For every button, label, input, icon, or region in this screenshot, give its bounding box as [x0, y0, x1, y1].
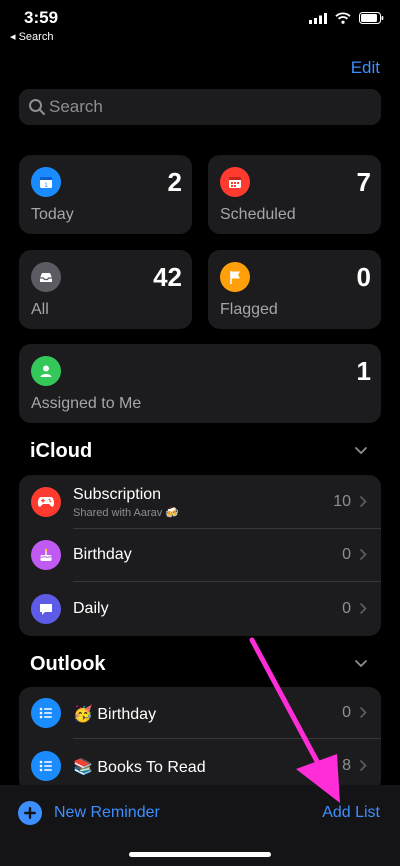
chevron-right-icon	[359, 759, 367, 772]
search-placeholder: Search	[49, 97, 103, 116]
all-tile[interactable]: 42 All	[19, 250, 192, 329]
scheduled-label: Scheduled	[220, 206, 296, 223]
list-item-count: 0	[342, 704, 351, 721]
chevron-right-icon	[359, 495, 367, 508]
list-item-count: 0	[342, 600, 351, 617]
icloud-section-title: iCloud	[30, 440, 93, 462]
calendar-grid-icon	[220, 167, 250, 197]
add-list-button[interactable]: Add List	[322, 804, 380, 822]
tray-icon	[31, 262, 61, 292]
today-label: Today	[31, 206, 74, 223]
outlook-list-group: 🥳 Birthday 0 📚 Books To Read 8	[19, 687, 381, 792]
scheduled-count: 7	[356, 167, 371, 197]
icloud-list-group: Subscription Shared with Aarav 🍻 10 Birt…	[19, 475, 381, 636]
all-label: All	[31, 301, 49, 318]
today-count: 2	[167, 167, 182, 197]
calendar-icon: 1	[31, 167, 61, 197]
person-icon	[31, 356, 61, 386]
list-item-daily[interactable]: Daily 0	[19, 582, 381, 636]
outlook-section-title: Outlook	[30, 653, 106, 675]
list-item-outlook-birthday[interactable]: 🥳 Birthday 0	[19, 687, 381, 739]
system-icons	[309, 12, 384, 24]
list-bullets-icon	[31, 751, 61, 781]
list-bullets-icon	[31, 698, 61, 728]
bottom-toolbar: New Reminder Add List	[0, 785, 400, 866]
assigned-to-me-tile[interactable]: 1 Assigned to Me	[19, 344, 381, 423]
chevron-right-icon	[359, 706, 367, 719]
status-time: 3:59	[24, 8, 59, 27]
today-tile[interactable]: 1 2 Today	[19, 155, 192, 234]
cellular-signal-icon	[309, 12, 327, 24]
list-item-title: 📚 Books To Read	[73, 759, 206, 776]
back-to-search-link[interactable]: ◂ Search	[10, 30, 53, 43]
home-indicator	[129, 852, 271, 857]
scheduled-tile[interactable]: 7 Scheduled	[208, 155, 381, 234]
list-item-birthday[interactable]: Birthday 0	[19, 529, 381, 582]
list-item-title: 🥳 Birthday	[73, 706, 157, 723]
search-field[interactable]: Search	[19, 89, 381, 125]
flagged-label: Flagged	[220, 301, 278, 318]
list-item-shared-subtitle: Shared with Aarav 🍻	[73, 507, 180, 519]
flag-icon	[220, 262, 250, 292]
list-item-subscription[interactable]: Subscription Shared with Aarav 🍻 10	[19, 475, 381, 529]
gamepad-icon	[31, 487, 61, 517]
chevron-right-icon	[359, 548, 367, 561]
all-count: 42	[153, 262, 182, 292]
assigned-count: 1	[356, 356, 371, 386]
list-item-count: 8	[342, 757, 351, 774]
list-item-title: Birthday	[73, 546, 132, 563]
status-bar: 3:59 ◂ Search	[0, 0, 400, 48]
chevron-right-icon	[359, 602, 367, 615]
plus-circle-icon	[18, 801, 42, 825]
assigned-label: Assigned to Me	[31, 395, 142, 412]
flagged-count: 0	[356, 262, 371, 292]
list-item-count: 10	[333, 493, 351, 510]
wifi-icon	[335, 12, 351, 24]
new-reminder-label: New Reminder	[54, 804, 160, 821]
flagged-tile[interactable]: 0 Flagged	[208, 250, 381, 329]
new-reminder-button[interactable]: New Reminder	[18, 801, 160, 825]
speech-bubble-icon	[31, 594, 61, 624]
battery-icon	[359, 12, 384, 24]
outlook-collapse-chevron-icon[interactable]	[354, 658, 368, 668]
list-item-title: Daily	[73, 600, 109, 617]
list-item-count: 0	[342, 546, 351, 563]
edit-button[interactable]: Edit	[351, 58, 380, 78]
icloud-collapse-chevron-icon[interactable]	[354, 445, 368, 455]
search-icon	[29, 99, 45, 115]
cake-icon	[31, 540, 61, 570]
list-item-title: Subscription	[73, 486, 162, 503]
